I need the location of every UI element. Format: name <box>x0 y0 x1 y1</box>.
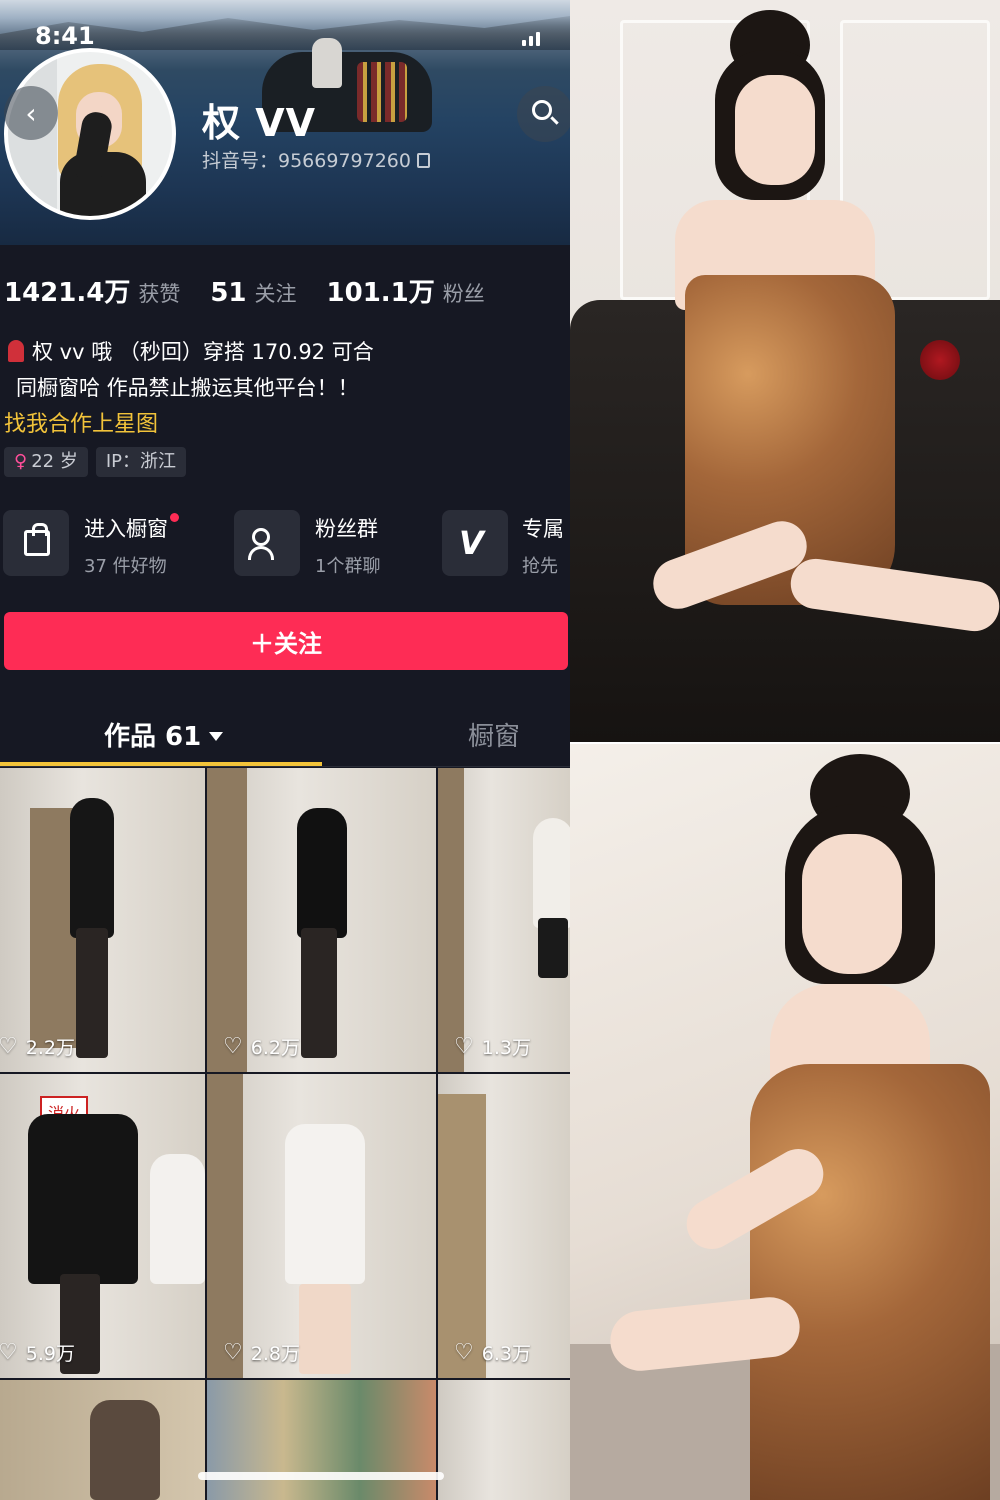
heart-icon: ♡ <box>454 1034 474 1059</box>
likes-badge: ♡ 6.3万 <box>454 1340 531 1365</box>
video-thumbnail[interactable]: 消火 ♡5.9万 <box>0 1074 205 1378</box>
video-thumbnail[interactable]: ♡ 6.2万 <box>207 768 436 1072</box>
home-indicator <box>198 1472 444 1480</box>
heart-icon: ♡ <box>0 1340 18 1365</box>
tabs-divider <box>0 766 570 767</box>
fan-group-shortcut[interactable] <box>234 510 300 576</box>
tab-works[interactable]: 作品 61 <box>104 716 224 753</box>
status-time: 8:41 <box>35 22 95 50</box>
heart-icon: ♡ <box>223 1034 243 1059</box>
profile-tags: ♀ 22 岁 IP：浙江 <box>4 447 186 477</box>
portrait-photo-bottom <box>570 744 1000 1500</box>
notification-dot <box>170 513 179 522</box>
likes-badge: ♡ 2.2万 <box>0 1034 75 1059</box>
video-thumbnail[interactable]: ♡ 2.2万 <box>0 768 205 1072</box>
ribbon-icon <box>8 340 24 362</box>
caret-down-icon <box>209 732 224 741</box>
chevron-left-icon: ‹ <box>25 96 37 130</box>
likes-badge: ♡ 2.8万 <box>223 1340 300 1365</box>
shop-window-shortcut[interactable] <box>3 510 69 576</box>
video-thumbnail[interactable]: ♡ 2.8万 <box>207 1074 436 1378</box>
exclusive-title[interactable]: 专属 <box>522 513 564 543</box>
fan-group-subtitle: 1个群聊 <box>315 556 381 577</box>
portrait-photo-top <box>570 0 1000 742</box>
likes-label: 获赞 <box>138 282 181 306</box>
follow-button[interactable]: ＋关注 <box>4 612 568 670</box>
shopping-bag-icon <box>24 523 50 556</box>
douyin-profile-screen: 8:41 ‹ 权 VV 抖音号：95669797260 1421.4万 获赞 5… <box>0 0 570 1500</box>
profile-stats: 1421.4万 获赞 51 关注 101.1万 粉丝 <box>4 272 515 309</box>
heart-icon: ♡ <box>223 1340 243 1365</box>
followers-count[interactable]: 101.1万 <box>327 272 435 309</box>
heart-icon: ♡ <box>0 1034 18 1059</box>
female-icon: ♀ <box>14 451 28 472</box>
cover-textile <box>357 62 407 122</box>
following-label[interactable]: 关注 <box>255 278 297 308</box>
bio-line-1: 权 vv 哦 （秒回）穿搭 170.92 可合 <box>32 340 374 364</box>
video-thumbnail[interactable]: ♡ 6.3万 <box>438 1074 570 1378</box>
likes-count: 1421.4万 <box>4 278 131 308</box>
bio-line-2: 同橱窗哈 作品禁止搬运其他平台！！ <box>16 376 359 400</box>
following-count[interactable]: 51 <box>210 278 246 308</box>
profile-nickname: 权 VV <box>202 101 317 145</box>
search-icon <box>532 100 552 120</box>
exclusive-subtitle: 抢先 <box>522 556 558 577</box>
likes-badge: ♡ 1.3万 <box>454 1034 531 1059</box>
heart-icon: ♡ <box>454 1340 474 1365</box>
followers-label[interactable]: 粉丝 <box>443 278 485 308</box>
likes-badge: ♡ 6.2万 <box>223 1034 300 1059</box>
douyin-id-row: 抖音号：95669797260 <box>202 146 430 173</box>
cover-figure <box>312 38 342 88</box>
profile-bio: 权 vv 哦 （秒回）穿搭 170.92 可合 同橱窗哈 作品禁止搬运其他平台！… <box>8 334 374 406</box>
shop-window-subtitle: 37 件好物 <box>84 556 167 577</box>
signal-icon <box>522 30 548 46</box>
copy-icon[interactable] <box>416 153 430 168</box>
video-thumbnail[interactable] <box>0 1380 205 1500</box>
shop-window-title[interactable]: 进入橱窗 <box>84 513 179 543</box>
ip-location-tag: IP：浙江 <box>95 447 186 477</box>
age-tag: ♀ 22 岁 <box>4 447 88 477</box>
exclusive-shortcut[interactable]: V <box>442 510 508 576</box>
video-thumbnail[interactable] <box>207 1380 436 1500</box>
fan-group-title[interactable]: 粉丝群 <box>315 513 378 543</box>
v-logo-icon: V <box>459 524 484 562</box>
search-button[interactable] <box>517 86 570 142</box>
tab-shop-window[interactable]: 橱窗 <box>468 716 520 753</box>
likes-badge: ♡ 5.9万 <box>0 1340 75 1365</box>
video-thumbnail[interactable]: ♡ 1.3万 <box>438 768 570 1072</box>
profile-shortcuts: 进入橱窗 37 件好物 粉丝群 1个群聊 V 专属 抢先 <box>0 510 570 578</box>
video-thumbnail[interactable] <box>438 1380 570 1500</box>
collab-link[interactable]: 找我合作上星图 <box>4 406 158 438</box>
douyin-id: 抖音号：95669797260 <box>202 150 411 172</box>
back-button[interactable]: ‹ <box>4 86 58 140</box>
rose <box>920 340 960 380</box>
